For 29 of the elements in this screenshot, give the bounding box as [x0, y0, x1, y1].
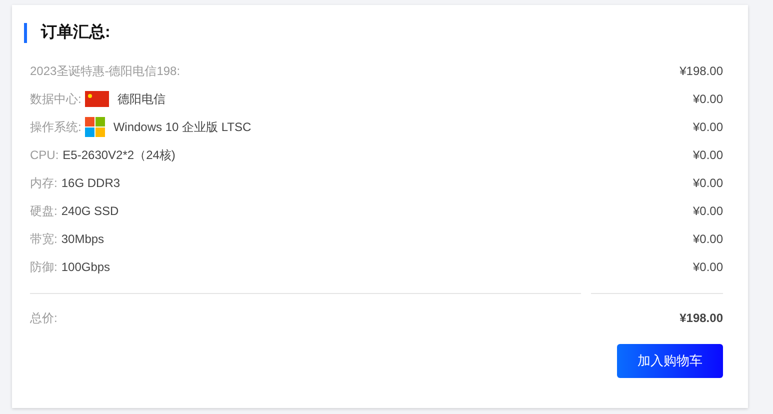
item-price: ¥0.00 [692, 204, 723, 218]
item-price: ¥0.00 [692, 260, 723, 274]
flag-icon [85, 91, 110, 107]
windows-logo-icon [85, 117, 106, 137]
item-label: 2023圣诞特惠-德阳电信198: [30, 62, 180, 80]
item-label: 内存: [30, 174, 58, 192]
item-value: 德阳电信 [117, 90, 166, 108]
item-label: 操作系统: [30, 118, 82, 136]
item-label: 带宽: [30, 230, 58, 248]
item-price: ¥198.00 [680, 64, 723, 78]
total-price: ¥198.00 [680, 311, 723, 325]
add-to-cart-button[interactable]: 加入购物车 [617, 344, 723, 378]
item-value: 240G SSD [61, 204, 119, 218]
item-value: 16G DDR3 [61, 176, 120, 190]
item-price: ¥0.00 [692, 92, 723, 106]
total-label: 总价: [30, 310, 58, 326]
item-price: ¥0.00 [692, 176, 723, 190]
item-label: CPU: [30, 148, 59, 162]
item-price: ¥0.00 [692, 148, 723, 162]
item-value: 100Gbps [61, 260, 110, 274]
item-value: E5-2630V2*2（24核) [62, 146, 176, 164]
item-label: 防御: [30, 258, 58, 276]
item-label: 硬盘: [30, 202, 58, 220]
section-title: 订单汇总: [24, 23, 723, 43]
item-value: 30Mbps [61, 232, 104, 246]
item-label: 数据中心: [30, 90, 82, 108]
item-price: ¥0.00 [692, 120, 723, 134]
item-price: ¥0.00 [692, 232, 723, 246]
item-value: Windows 10 企业版 LTSC [113, 118, 252, 136]
